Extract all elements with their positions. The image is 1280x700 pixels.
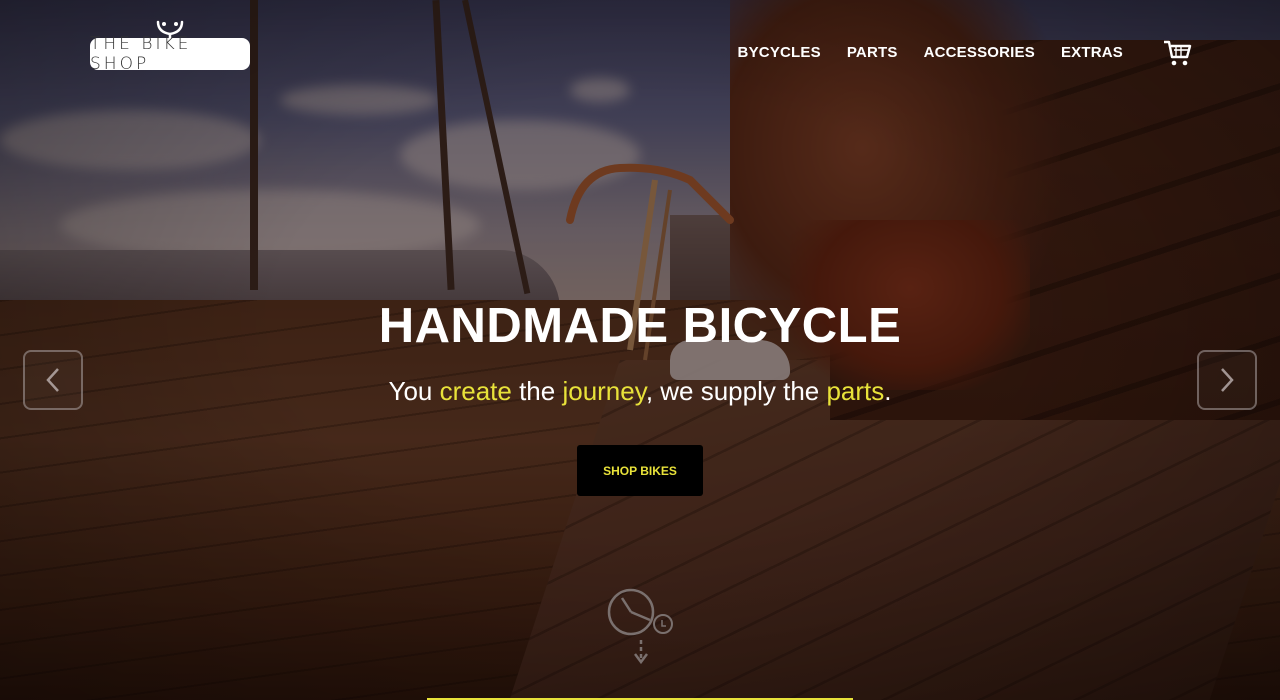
subtitle-highlight-parts: parts [826,376,885,406]
nav-item-bycycles[interactable]: BYCYCLES [738,44,821,61]
shop-bikes-button[interactable]: SHOP BIKES [577,445,703,496]
main-nav: BYCYCLES PARTS ACCESSORIES EXTRAS [738,44,1123,61]
shopping-cart-icon[interactable] [1162,38,1192,68]
logo-box: THE BIKE SHOP [90,34,250,74]
subtitle-text: You [388,376,440,406]
subtitle-text: the [511,376,563,406]
subtitle-highlight-create: create [439,376,512,406]
subtitle-highlight-journey: journey [562,376,646,406]
clock-scroll-down-icon[interactable] [604,588,676,670]
nav-item-accessories[interactable]: ACCESSORIES [924,44,1035,61]
nav-item-extras[interactable]: EXTRAS [1061,44,1123,61]
hero-title: HANDMADE BICYCLE [378,299,902,353]
logo-text: THE BIKE SHOP [90,34,192,74]
subtitle-text: . [884,376,892,406]
nav-item-parts[interactable]: PARTS [847,44,898,61]
subtitle-text: , we supply the [645,376,827,406]
hero-subtitle: You create the journey, we supply the pa… [0,376,1280,407]
site-logo[interactable]: THE BIKE SHOP [90,20,250,74]
